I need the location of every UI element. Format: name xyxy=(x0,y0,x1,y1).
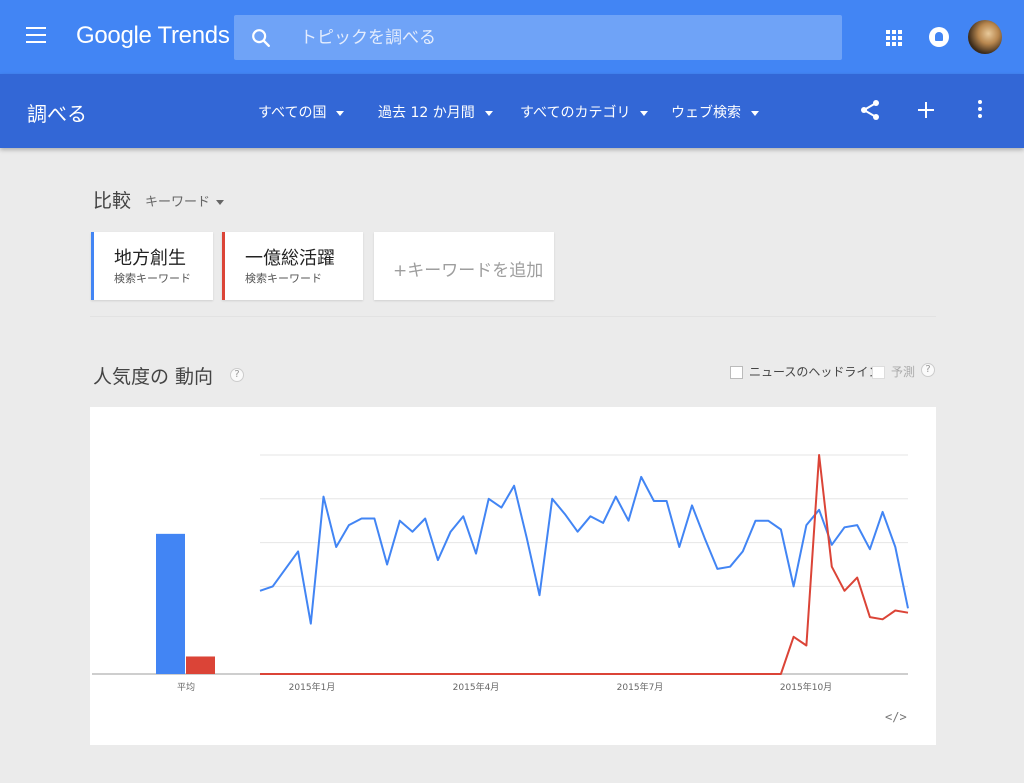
keyword-type: 検索キーワード xyxy=(114,272,191,285)
trend-chart: 平均 2015年1月 2015年4月 2015年7月 2015年10月 xyxy=(92,454,909,693)
filter-search-type[interactable]: ウェブ検索 xyxy=(671,102,759,122)
news-checkbox[interactable] xyxy=(730,366,743,379)
forecast-help-icon[interactable]: ? xyxy=(921,363,935,377)
add-keyword-button[interactable]: +キーワードを追加 xyxy=(374,232,554,300)
compare-type-label: キーワード xyxy=(145,195,211,210)
chevron-down-icon xyxy=(216,200,225,205)
search-icon[interactable] xyxy=(250,27,272,49)
keyword-term: 一億総活躍 xyxy=(245,248,335,269)
chevron-down-icon xyxy=(484,110,493,116)
keyword-type: 検索キーワード xyxy=(245,272,322,285)
account-avatar[interactable] xyxy=(968,20,1002,54)
news-headlines-label: ニュースのヘッドライン xyxy=(749,365,881,379)
x-tick-label: 2015年7月 xyxy=(617,681,664,693)
chevron-down-icon xyxy=(640,110,649,116)
average-bar xyxy=(186,656,215,674)
keyword-card-1[interactable]: 地方創生 検索キーワード xyxy=(91,232,213,300)
filter-region[interactable]: すべての国 xyxy=(258,102,345,122)
interest-over-time-title: 人気度の 動向 xyxy=(93,366,214,388)
help-icon[interactable]: ? xyxy=(230,368,244,382)
news-headlines-toggle[interactable]: ニュースのヘッドライン xyxy=(730,363,880,380)
average-label: 平均 xyxy=(177,681,195,693)
keyword-term: 地方創生 xyxy=(114,248,186,269)
menu-icon[interactable] xyxy=(26,27,46,43)
page-title: 調べる xyxy=(27,102,87,126)
forecast-checkbox[interactable] xyxy=(872,366,885,379)
forecast-toggle[interactable]: 予測 xyxy=(872,363,915,380)
more-vert-icon[interactable] xyxy=(977,100,983,120)
keyword-card-2[interactable]: 一億総活躍 検索キーワード xyxy=(222,232,363,300)
chevron-down-icon xyxy=(336,110,345,116)
filter-time-label: 過去 12 か月間 xyxy=(378,105,475,121)
apps-grid-icon[interactable] xyxy=(886,30,902,46)
x-tick-label: 2015年10月 xyxy=(780,681,832,693)
google-trends-logo[interactable]: Google Trends xyxy=(76,22,230,50)
filter-region-label: すべての国 xyxy=(258,105,327,121)
x-tick-label: 2015年4月 xyxy=(453,681,500,693)
filter-time-range[interactable]: 過去 12 か月間 xyxy=(378,102,493,122)
notifications-icon[interactable] xyxy=(929,27,949,47)
compare-label: 比較 xyxy=(93,190,132,212)
compare-type-dropdown[interactable]: キーワード xyxy=(145,191,225,210)
average-bar xyxy=(156,533,185,674)
filter-category-label: すべてのカテゴリ xyxy=(520,105,631,121)
add-icon[interactable] xyxy=(916,100,936,120)
x-tick-label: 2015年1月 xyxy=(289,681,336,693)
series-line xyxy=(260,454,909,675)
search-box[interactable] xyxy=(234,15,842,60)
section-divider xyxy=(90,316,936,317)
app-bar: Google Trends xyxy=(0,0,1024,74)
share-icon[interactable] xyxy=(858,98,882,122)
search-input[interactable] xyxy=(300,15,820,60)
chevron-down-icon xyxy=(751,110,759,116)
embed-code-icon[interactable]: </> xyxy=(885,710,907,724)
filter-category[interactable]: すべてのカテゴリ xyxy=(520,102,649,122)
trend-chart-card: 平均 2015年1月 2015年4月 2015年7月 2015年10月 xyxy=(90,407,936,745)
filter-search-type-label: ウェブ検索 xyxy=(671,105,741,121)
forecast-label: 予測 xyxy=(891,365,916,379)
